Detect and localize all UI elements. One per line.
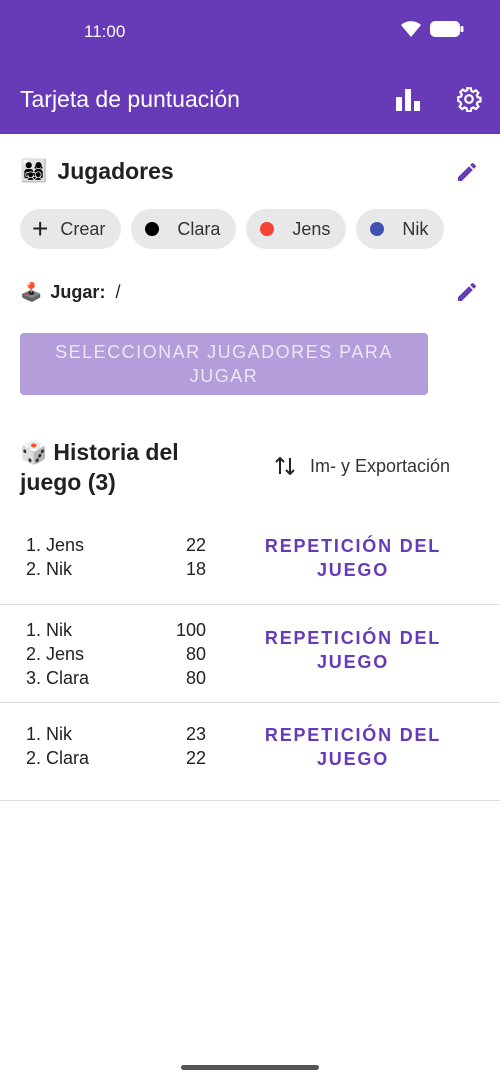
rank-score: 22 [185,748,206,768]
pencil-icon [458,282,477,301]
game-ranking: 1. Jens 22 2. Nik 18 [26,533,206,581]
players-heading: 👨‍👩‍👧‍👦 Jugadores [20,158,174,185]
bar-chart-icon [396,89,420,111]
rank-player: 1. Nik [26,620,73,640]
rank-player: 1. Jens [26,535,85,555]
player-color-dot [370,222,385,236]
chip-label: Clara [177,218,221,239]
edit-players-button[interactable] [452,157,482,187]
rank-score: 18 [185,559,206,579]
home-indicator[interactable] [181,1065,319,1070]
rank-line: 1. Jens 22 [26,533,206,557]
rank-score: 100 [175,620,206,640]
rank-line: 3. Clara 80 [26,666,206,690]
status-time: 11:00 [84,22,126,41]
player-color-dot [260,222,275,236]
game-history-row: 1. Jens 22 2. Nik 18 REPETICIÓN DEL JUEG… [0,508,500,605]
swap-vertical-icon [275,456,295,476]
settings-button[interactable] [454,84,484,114]
rank-player: 1. Nik [26,724,73,744]
rank-line: 2. Nik 18 [26,557,206,581]
play-row: 🕹️ Jugar: / [20,282,120,303]
chip-label: Crear [60,218,106,239]
rank-line: 1. Nik 23 [26,722,206,746]
page-title: Tarjeta de puntuación [20,86,240,112]
history-heading: 🎲 Historia del juego (3) [20,438,240,497]
replay-game-button[interactable]: REPETICIÓN DEL JUEGO [250,723,456,771]
game-history-row: 1. Nik 100 2. Jens 80 3. Clara 80 REPETI… [0,605,500,703]
rank-score: 80 [185,668,206,688]
rank-player: 2. Jens [26,644,85,664]
game-history-list: 1. Jens 22 2. Nik 18 REPETICIÓN DEL JUEG… [0,508,500,801]
wifi-icon [400,20,422,38]
game-history-row: 1. Nik 23 2. Clara 22 REPETICIÓN DEL JUE… [0,703,500,801]
joystick-icon: 🕹️ [20,282,43,303]
rank-player: 3. Clara [26,668,90,688]
chip-label: Jens [292,218,331,239]
battery-icon [430,20,464,38]
rank-score: 22 [185,535,206,555]
rank-line: 2. Clara 22 [26,746,206,770]
game-ranking: 1. Nik 23 2. Clara 22 [26,722,206,770]
replay-game-button[interactable]: REPETICIÓN DEL JUEGO [250,626,456,674]
replay-game-button[interactable]: REPETICIÓN DEL JUEGO [250,534,456,582]
pencil-icon [458,162,477,181]
rank-score: 23 [185,724,206,744]
dice-icon: 🎲 [20,441,48,466]
rank-line: 1. Nik 100 [26,618,206,642]
game-ranking: 1. Nik 100 2. Jens 80 3. Clara 80 [26,618,206,690]
play-label: Jugar: [50,282,106,302]
players-title: Jugadores [57,158,174,184]
play-value: / [115,282,121,302]
rank-player: 2. Clara [26,748,90,768]
status-icons [400,20,464,38]
create-player-chip[interactable]: + Crear [20,209,122,249]
rank-score: 80 [185,644,206,664]
chip-label: Nik [402,218,429,239]
statistics-button[interactable] [393,84,423,114]
import-export-button[interactable]: Im- y Exportación [274,454,450,478]
edit-play-button[interactable] [452,277,482,307]
import-export-label: Im- y Exportación [310,455,451,476]
family-icon: 👨‍👩‍👧‍👦 [20,159,48,184]
player-chip-nik[interactable]: Nik [356,209,445,249]
select-players-button[interactable]: SELECCIONAR JUGADORES PARA JUGAR [20,333,428,395]
rank-line: 2. Jens 80 [26,642,206,666]
gear-icon [457,87,482,112]
app-bar: 11:00 Tarjeta de puntuación [0,0,500,134]
plus-icon: + [32,213,49,244]
rank-player: 2. Nik [26,559,73,579]
player-color-dot [145,222,160,236]
player-chip-clara[interactable]: Clara [131,209,237,249]
player-chip-jens[interactable]: Jens [246,209,347,249]
player-chips: + Crear Clara Jens Nik [20,209,445,249]
